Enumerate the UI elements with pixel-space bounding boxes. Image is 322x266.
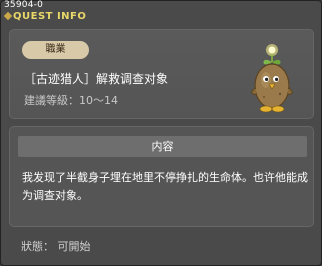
quest-summary-panel: 職業 ［古迹猎人］解救调查对象 建議等級：10～14 — [9, 29, 314, 119]
quest-content-panel: 内容 我发现了半截身子埋在地里不停挣扎的生命体。也许他能成为调查对象。 — [9, 126, 314, 227]
content-header: 内容 — [18, 136, 307, 157]
content-text: 我发现了半截身子埋在地里不停挣扎的生命体。也许他能成为调查对象。 — [22, 171, 308, 202]
window-title: QUEST INFO — [13, 11, 87, 22]
quest-info-window: 35904-0 QUEST INFO 職業 ［古迹猎人］解救调查对象 建議等級：… — [0, 0, 322, 266]
potato-npc-icon — [242, 42, 304, 118]
quest-status: 狀態： 可開始 — [21, 240, 91, 253]
quest-title: ［古迹猎人］解救调查对象 — [24, 72, 169, 86]
recommended-level: 建議等級：10～14 — [24, 94, 118, 107]
quest-id: 35904-0 — [4, 0, 44, 10]
title-diamond-icon — [3, 11, 13, 21]
job-badge: 職業 — [22, 41, 89, 59]
